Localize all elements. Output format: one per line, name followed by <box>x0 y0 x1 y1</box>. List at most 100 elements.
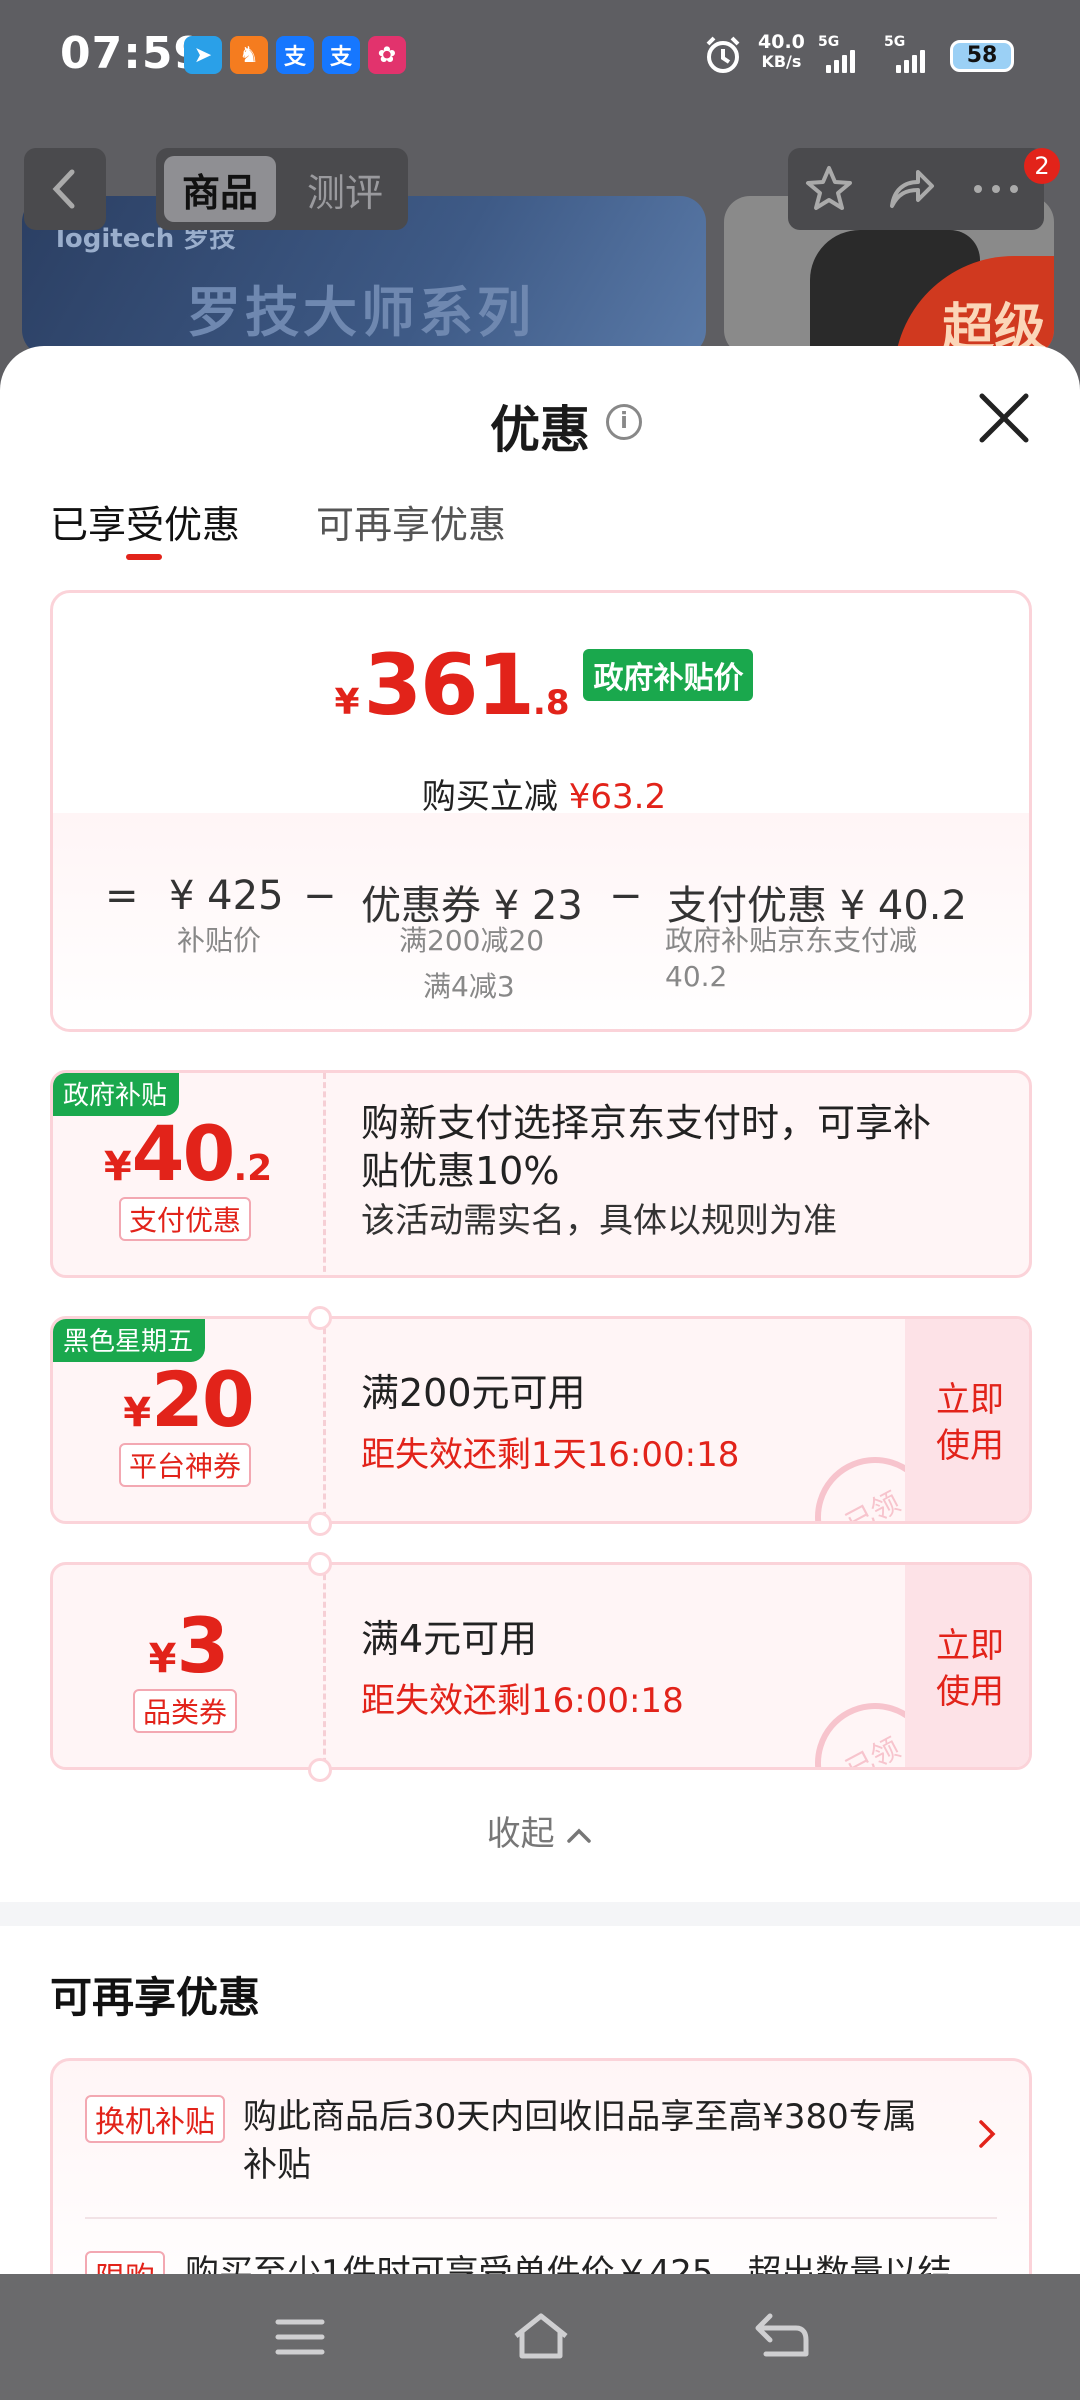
info-icon[interactable]: i <box>606 404 642 440</box>
use-now-button[interactable]: 立即 使用 <box>905 1565 1029 1767</box>
chevron-right-icon <box>979 2120 996 2148</box>
sim2-label: 5G <box>884 34 906 50</box>
instant-discount-label: 购买立减 <box>421 777 558 817</box>
ticket-notch <box>308 1512 332 1536</box>
formula-pay-sub: 40.2 <box>665 960 728 993</box>
coupon-currency: ¥ <box>123 1390 152 1436</box>
back-nav-icon[interactable] <box>752 2310 812 2362</box>
limit-row[interactable]: 限购 购买至少1件时可享受单件价￥425，超出数量以结 <box>53 2219 1029 2274</box>
coupon-currency: ¥ <box>148 1636 177 1682</box>
coupon-countdown: 距失效还剩16:00:18 <box>361 1681 684 1721</box>
telegram-icon: ➤ <box>184 36 222 74</box>
ticket-notch <box>308 1306 332 1330</box>
instant-discount-value: ¥63.2 <box>568 777 667 817</box>
status-bar: 07:59 ➤ ♞ 支 支 ✿ 40.0 KB/s 5G 5G 58 <box>0 0 1080 110</box>
coupon-amount-int: 3 <box>176 1601 229 1690</box>
coupon-amount-int: 20 <box>151 1355 255 1444</box>
trade-in-text: 购此商品后30天内回收旧品享至高¥380专属 <box>243 2097 917 2137</box>
formula-op: = <box>105 873 139 919</box>
use-now-label: 立即 <box>936 1626 1004 1666</box>
coupon-divider <box>323 1565 326 1767</box>
signal-icon <box>896 50 925 73</box>
signal-icon <box>826 50 855 73</box>
price-decimal: .8 <box>532 683 570 723</box>
coupon-card: 政府补贴 ¥40.2 支付优惠 购新支付选择京东支付时，可享补 贴优惠10% 该… <box>50 1070 1032 1278</box>
message-badge: 2 <box>1024 148 1060 184</box>
coupon-divider <box>323 1319 326 1521</box>
system-nav-bar <box>0 2274 1080 2400</box>
coupon-currency: ¥ <box>103 1144 132 1190</box>
gov-subsidy-badge: 政府补贴价 <box>583 649 754 701</box>
use-now-label: 使用 <box>936 1426 1004 1466</box>
coupon-condition: 满200元可用 <box>361 1371 586 1415</box>
app-orange-icon: ♞ <box>230 36 268 74</box>
star-icon[interactable] <box>802 162 856 216</box>
tab-product[interactable]: 商品 <box>164 156 276 222</box>
formula-base-value: ¥ 425 <box>169 873 284 919</box>
tab-more-discounts[interactable]: 可再享优惠 <box>316 494 506 549</box>
coupon-amount: ¥40.2 <box>53 1109 323 1198</box>
menu-icon[interactable] <box>272 2314 328 2360</box>
home-icon[interactable] <box>510 2310 572 2362</box>
coupon-amount: ¥20 <box>53 1355 323 1444</box>
alarm-icon <box>706 36 740 73</box>
discount-sheet: 优惠 i 已享受优惠 可再享优惠 ¥ 361 .8 政府补贴价 购买立减 ¥63… <box>0 346 1080 2274</box>
battery-indicator: 58 <box>950 40 1014 72</box>
back-button[interactable] <box>24 148 106 230</box>
more-discounts-card: 换机补贴 购此商品后30天内回收旧品享至高¥380专属 补贴 限购 购买至少1件… <box>50 2058 1032 2274</box>
formula-coupon-sub: 满4减3 <box>423 970 515 1003</box>
collapse-label: 收起 <box>486 1814 555 1854</box>
section-divider <box>0 1902 1080 1926</box>
formula-pay-sub: 政府补贴京东支付减 <box>665 924 918 957</box>
sim1-label: 5G <box>818 34 840 50</box>
close-icon[interactable] <box>976 390 1032 446</box>
coupon-amount-int: 40 <box>131 1109 236 1198</box>
coupon-type-label: 品类券 <box>133 1689 238 1733</box>
coupon-countdown: 距失效还剩1天16:00:18 <box>361 1435 740 1475</box>
coupon-card: 黑色星期五 ¥20 平台神券 满200元可用 距失效还剩1天16:00:18 已… <box>50 1316 1032 1524</box>
limit-text: 购买至少1件时可享受单件价￥425，超出数量以结 <box>185 2253 952 2274</box>
collapse-button[interactable]: 收起 <box>0 1806 1080 1855</box>
tab-indicator <box>126 554 162 560</box>
formula-op: − <box>609 873 643 919</box>
coupon-type-label: 平台神券 <box>119 1443 252 1487</box>
price-integer: 361 <box>363 636 535 734</box>
trade-in-text: 补贴 <box>243 2145 311 2185</box>
instant-discount: 购买立减 ¥63.2 <box>53 769 1029 818</box>
coupon-note: 该活动需实名，具体以规则为准 <box>361 1201 837 1241</box>
alipay-icon: 支 <box>276 36 314 74</box>
coupon-type-label: 支付优惠 <box>119 1197 252 1241</box>
coupon-amount-dec: .2 <box>233 1148 273 1189</box>
formula-coupon-sub: 满200减20 <box>399 924 545 957</box>
net-speed: 40.0 KB/s <box>758 32 805 72</box>
coupon-card: ¥3 品类券 满4元可用 距失效还剩16:00:18 已领 立即 使用 <box>50 1562 1032 1770</box>
tab-enjoyed-discounts[interactable]: 已享受优惠 <box>50 494 240 549</box>
coupon-desc: 贴优惠10% <box>361 1149 560 1193</box>
price-summary-card: ¥ 361 .8 政府补贴价 购买立减 ¥63.2 = ¥ 425 补贴价 − … <box>50 590 1032 1032</box>
coupon-amount: ¥3 <box>53 1601 323 1690</box>
more-discounts-title: 可再享优惠 <box>50 1973 261 2022</box>
trade-in-row[interactable]: 换机补贴 购此商品后30天内回收旧品享至高¥380专属 补贴 <box>53 2061 1029 2217</box>
tab-review[interactable]: 测评 <box>290 156 400 222</box>
net-speed-value: 40.0 <box>758 31 805 53</box>
net-speed-unit: KB/s <box>761 52 802 71</box>
trade-in-tag: 换机补贴 <box>85 2095 225 2143</box>
coupon-desc: 购新支付选择京东支付时，可享补 <box>361 1101 932 1145</box>
coupon-divider <box>323 1073 326 1275</box>
formula-base-sub: 补贴价 <box>177 924 262 957</box>
alipay-icon: 支 <box>322 36 360 74</box>
more-icon[interactable] <box>966 162 1026 216</box>
ticket-notch <box>308 1758 332 1782</box>
sheet-title: 优惠 <box>490 401 590 459</box>
banner-title: 罗技大师系列 <box>187 281 535 344</box>
chevron-up-icon <box>567 1828 592 1843</box>
coupon-condition: 满4元可用 <box>361 1617 538 1661</box>
use-now-label: 使用 <box>936 1672 1004 1712</box>
chevron-left-icon <box>52 169 75 209</box>
app-red-icon: ✿ <box>368 36 406 74</box>
top-actions <box>788 148 1044 230</box>
final-price: ¥ 361 .8 政府补贴价 <box>53 636 1029 734</box>
use-now-button[interactable]: 立即 使用 <box>905 1319 1029 1521</box>
limit-tag: 限购 <box>85 2251 165 2274</box>
share-icon[interactable] <box>884 162 938 216</box>
